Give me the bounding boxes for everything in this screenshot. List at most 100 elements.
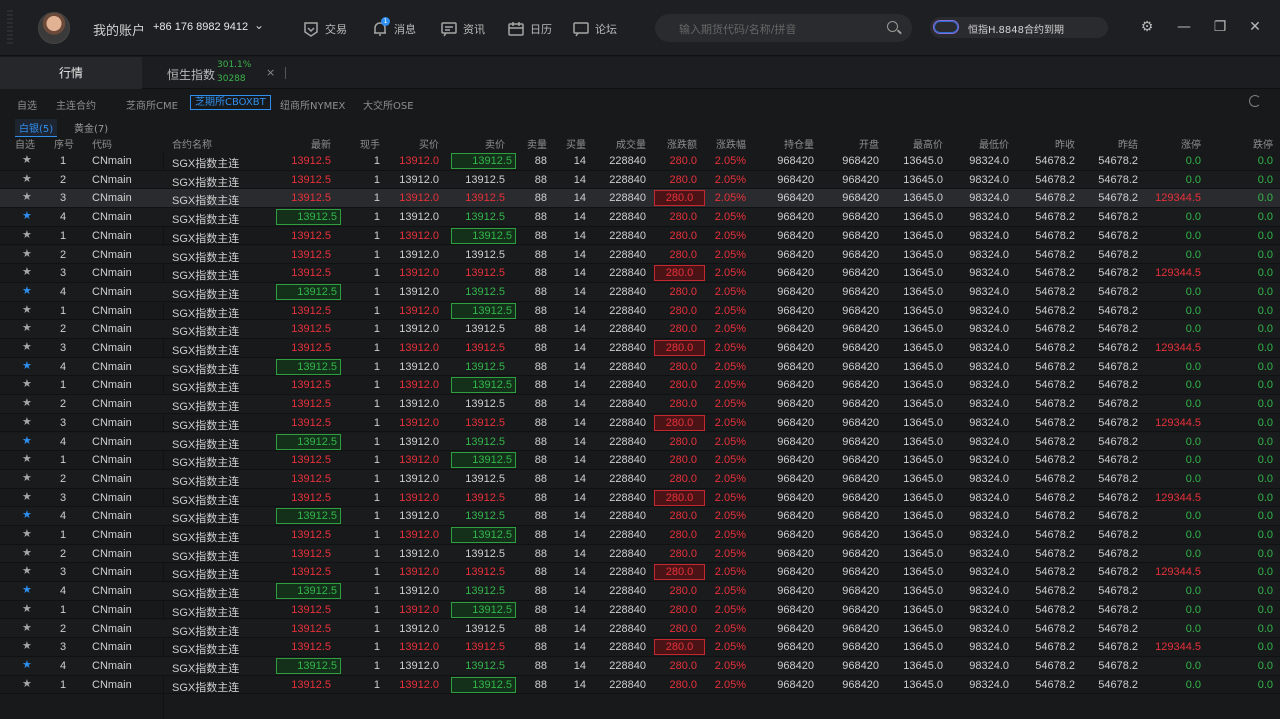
search-input[interactable]: 输入期货代码/名称/拼音 <box>679 21 796 37</box>
star-icon[interactable]: ★ <box>22 321 32 334</box>
search-box[interactable]: 输入期货代码/名称/拼音 <box>655 14 912 42</box>
nav-calendar[interactable]: 日历 <box>507 18 552 40</box>
col-bid-vol[interactable]: 买量 <box>566 136 586 151</box>
table-row[interactable]: ★ 2 CNmain SGX指数主连 13912.5 1 13912.0 13912.5 88 1… <box>0 170 1280 190</box>
star-icon[interactable]: ★ <box>22 190 32 203</box>
star-icon[interactable]: ★ <box>22 265 32 278</box>
table-row[interactable]: ★ 2 CNmain SGX指数主连 13912.5 1 13912.0 13912.5 88 1… <box>0 245 1280 265</box>
col-change[interactable]: 涨跌额 <box>667 136 697 151</box>
nav-forum[interactable]: 论坛 <box>572 18 617 40</box>
star-icon[interactable]: ★ <box>22 172 32 185</box>
drag-handle[interactable] <box>7 10 13 46</box>
col-oi[interactable]: 持仓量 <box>784 136 814 151</box>
category-silver[interactable]: 白银(5) <box>15 119 58 137</box>
star-icon[interactable]: ★ <box>22 546 32 559</box>
table-row[interactable]: ★ 3 CNmain SGX指数主连 13912.5 1 13912.0 13912.5 88 1… <box>0 563 1280 583</box>
col-volume[interactable]: 成交量 <box>616 136 646 151</box>
tab-hsi[interactable]: 恒生指数 <box>167 66 215 83</box>
table-row[interactable]: ★ 3 CNmain SGX指数主连 13912.5 1 13912.0 13912.5 88 1… <box>0 339 1280 358</box>
table-row[interactable]: ★ 4 CNmain SGX指数主连 13912.5 1 13912.0 13912.5 88 1… <box>0 357 1280 377</box>
table-row[interactable]: ★ 4 CNmain SGX指数主连 13912.5 1 13912.0 13912.5 88 1… <box>0 507 1280 526</box>
table-row[interactable]: ★ 1 CNmain SGX指数主连 13912.5 1 13912.0 13912.5 88 1… <box>0 227 1280 246</box>
table-row[interactable]: ★ 4 CNmain SGX指数主连 13912.5 1 13912.0 13912.5 88 1… <box>0 656 1280 676</box>
star-icon[interactable]: ★ <box>22 452 32 465</box>
exchange-nymex[interactable]: 纽商所NYMEX <box>280 97 345 112</box>
star-icon[interactable]: ★ <box>22 359 32 372</box>
star-icon[interactable]: ★ <box>22 490 32 503</box>
star-icon[interactable]: ★ <box>22 527 32 540</box>
account-phone[interactable]: +86 176 8982 9412 <box>153 21 248 33</box>
star-icon[interactable]: ★ <box>22 209 32 222</box>
star-icon[interactable]: ★ <box>22 621 32 634</box>
exchange-watchlist[interactable]: 自选 <box>17 97 37 112</box>
star-icon[interactable]: ★ <box>22 396 32 409</box>
table-row[interactable]: ★ 3 CNmain SGX指数主连 13912.5 1 13912.0 13912.5 88 1… <box>0 189 1280 209</box>
table-row[interactable]: ★ 1 CNmain SGX指数主连 13912.5 1 13912.0 13912.5 88 1… <box>0 376 1280 396</box>
star-icon[interactable]: ★ <box>22 602 32 615</box>
nav-messages[interactable]: 消息 <box>371 18 416 40</box>
star-icon[interactable]: ★ <box>22 564 32 577</box>
star-icon[interactable]: ★ <box>22 434 32 447</box>
table-row[interactable]: ★ 1 CNmain SGX指数主连 13912.5 1 13912.0 13912.5 88 1… <box>0 302 1280 321</box>
star-icon[interactable]: ★ <box>22 377 32 390</box>
nav-news[interactable]: 资讯 <box>440 18 485 40</box>
refresh-icon[interactable] <box>1249 95 1261 107</box>
expiry-notice[interactable]: 恒指H.8848合约到期 <box>930 17 1108 38</box>
close-icon[interactable]: ✕ <box>1246 18 1264 36</box>
star-icon[interactable]: ★ <box>22 508 32 521</box>
avatar[interactable] <box>38 12 70 44</box>
col-open[interactable]: 开盘 <box>859 136 879 151</box>
star-icon[interactable]: ★ <box>22 303 32 316</box>
col-limit-up[interactable]: 涨停 <box>1181 136 1201 151</box>
col-change-pct[interactable]: 涨跌幅 <box>716 136 746 151</box>
star-icon[interactable]: ★ <box>22 247 32 260</box>
exchange-ose[interactable]: 大交所OSE <box>363 97 414 112</box>
star-icon[interactable]: ★ <box>22 471 32 484</box>
table-row[interactable]: ★ 4 CNmain SGX指数主连 13912.5 1 13912.0 13912.5 88 1… <box>0 282 1280 302</box>
star-icon[interactable]: ★ <box>22 658 32 671</box>
table-row[interactable]: ★ 2 CNmain SGX指数主连 13912.5 1 13912.0 13912.5 88 1… <box>0 544 1280 564</box>
col-prev-close[interactable]: 昨收 <box>1055 136 1075 151</box>
col-ask[interactable]: 卖价 <box>485 136 505 151</box>
exchange-main-contracts[interactable]: 主连合约 <box>56 97 96 112</box>
col-low[interactable]: 最低价 <box>979 136 1009 151</box>
restore-icon[interactable]: ❐ <box>1211 18 1229 36</box>
table-row[interactable]: ★ 3 CNmain SGX指数主连 13912.5 1 13912.0 13912.5 88 1… <box>0 638 1280 657</box>
table-row[interactable]: ★ 1 CNmain SGX指数主连 13912.5 1 13912.0 13912.5 88 1… <box>0 152 1280 171</box>
star-icon[interactable]: ★ <box>22 284 32 297</box>
col-last[interactable]: 最新 <box>311 136 331 151</box>
col-index[interactable]: 序号 <box>54 136 74 151</box>
star-icon[interactable]: ★ <box>22 153 32 166</box>
col-name[interactable]: 合约名称 <box>172 136 212 151</box>
minimize-icon[interactable]: — <box>1175 18 1193 36</box>
table-row[interactable]: ★ 1 CNmain SGX指数主连 13912.5 1 13912.0 13912.5 88 1… <box>0 676 1280 695</box>
category-gold[interactable]: 黄金(7) <box>74 120 108 135</box>
col-prev-settle[interactable]: 昨结 <box>1118 136 1138 151</box>
table-row[interactable]: ★ 3 CNmain SGX指数主连 13912.5 1 13912.0 13912.5 88 1… <box>0 414 1280 433</box>
col-hand[interactable]: 现手 <box>360 136 380 151</box>
nav-trade[interactable]: 交易 <box>302 18 347 40</box>
table-row[interactable]: ★ 1 CNmain SGX指数主连 13912.5 1 13912.0 13912.5 88 1… <box>0 526 1280 545</box>
star-icon[interactable]: ★ <box>22 228 32 241</box>
table-row[interactable]: ★ 2 CNmain SGX指数主连 13912.5 1 13912.0 13912.5 88 1… <box>0 469 1280 489</box>
exchange-cme[interactable]: 芝商所CME <box>126 97 178 112</box>
close-tab-icon[interactable]: × <box>266 66 275 79</box>
table-row[interactable]: ★ 1 CNmain SGX指数主连 13912.5 1 13912.0 13912.5 88 1… <box>0 451 1280 470</box>
table-row[interactable]: ★ 3 CNmain SGX指数主连 13912.5 1 13912.0 13912.5 88 1… <box>0 489 1280 508</box>
star-icon[interactable]: ★ <box>22 639 32 652</box>
table-row[interactable]: ★ 2 CNmain SGX指数主连 13912.5 1 13912.0 13912.5 88 1… <box>0 619 1280 639</box>
account-label[interactable]: 我的账户 <box>93 20 145 39</box>
table-row[interactable]: ★ 4 CNmain SGX指数主连 13912.5 1 13912.0 13912.5 88 1… <box>0 432 1280 452</box>
gear-icon[interactable]: ⚙ <box>1138 18 1156 36</box>
col-high[interactable]: 最高价 <box>913 136 943 151</box>
tab-market[interactable]: 行情 <box>0 57 142 89</box>
chevron-down-icon[interactable]: ⌄ <box>254 18 264 32</box>
search-icon[interactable] <box>887 21 898 32</box>
table-row[interactable]: ★ 1 CNmain SGX指数主连 13912.5 1 13912.0 13912.5 88 1… <box>0 601 1280 620</box>
col-ask-vol[interactable]: 卖量 <box>527 136 547 151</box>
table-row[interactable]: ★ 2 CNmain SGX指数主连 13912.5 1 13912.0 13912.5 88 1… <box>0 395 1280 414</box>
exchange-cboxbt[interactable]: 芝期所CBOXBT <box>190 95 271 110</box>
star-icon[interactable]: ★ <box>22 340 32 353</box>
star-icon[interactable]: ★ <box>22 583 32 596</box>
star-icon[interactable]: ★ <box>22 677 32 690</box>
